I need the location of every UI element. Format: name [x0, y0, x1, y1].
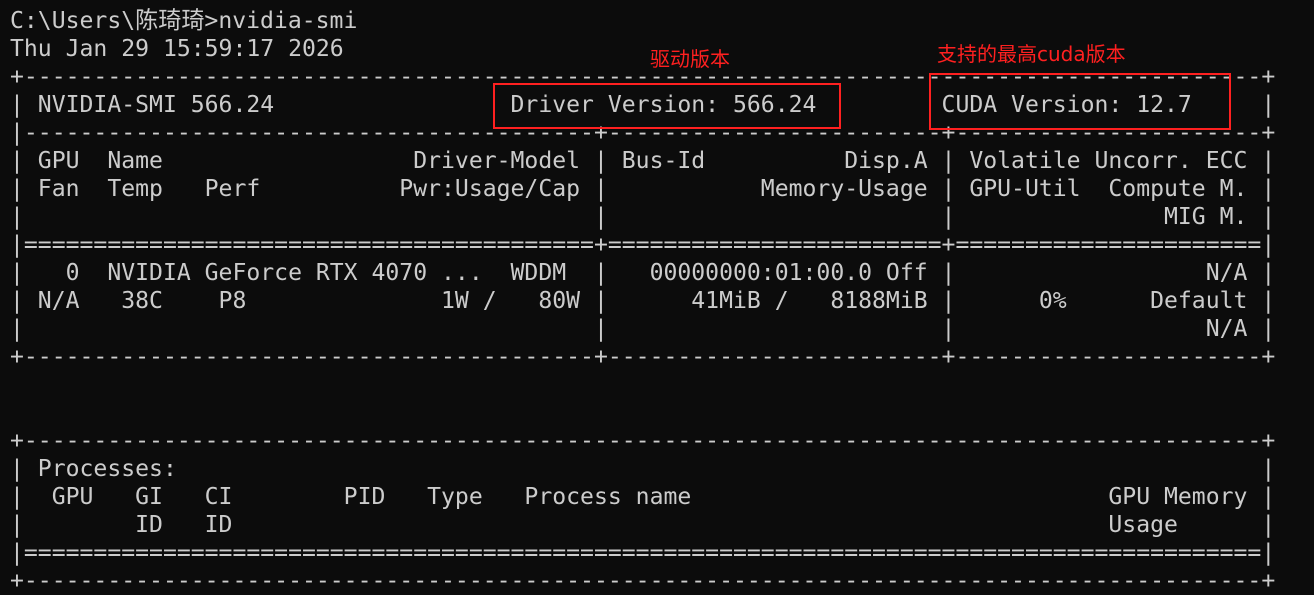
gpu-row-line-3: | | | N/A | [10, 316, 1276, 342]
gpu-row-line-1: | 0 NVIDIA GeForce RTX 4070 ... WDDM | 0… [10, 260, 1276, 286]
processes-top-border: +---------------------------------------… [10, 428, 1276, 454]
gpu-header-divider: |=======================================… [10, 232, 1276, 258]
processes-bottom-border: +---------------------------------------… [10, 568, 1276, 594]
driver-version-annotation-label: 驱动版本 [650, 47, 730, 71]
processes-header-divider: |=======================================… [10, 540, 1276, 566]
processes-header-line-1: | GPU GI CI PID Type Process name GPU Me… [10, 484, 1276, 510]
cuda-version-highlight-box [929, 73, 1231, 130]
gpu-header-line-3: | | | MIG M. | [10, 204, 1276, 230]
gpu-table-bottom-border: +---------------------------------------… [10, 344, 1276, 370]
gpu-row-line-2: | N/A 38C P8 1W / 80W | 41MiB / 8188MiB … [10, 288, 1276, 314]
processes-header-line-2: | ID ID Usage | [10, 512, 1276, 538]
processes-title-line: | Processes: | [10, 456, 1276, 482]
cuda-version-annotation-label: 支持的最高cuda版本 [937, 42, 1126, 66]
gpu-header-line-1: | GPU Name Driver-Model | Bus-Id Disp.A … [10, 148, 1276, 174]
driver-version-highlight-box [493, 83, 841, 129]
command-prompt-line: C:\Users\陈琦琦>nvidia-smi [10, 8, 358, 34]
gpu-header-line-2: | Fan Temp Perf Pwr:Usage/Cap | Memory-U… [10, 176, 1276, 202]
